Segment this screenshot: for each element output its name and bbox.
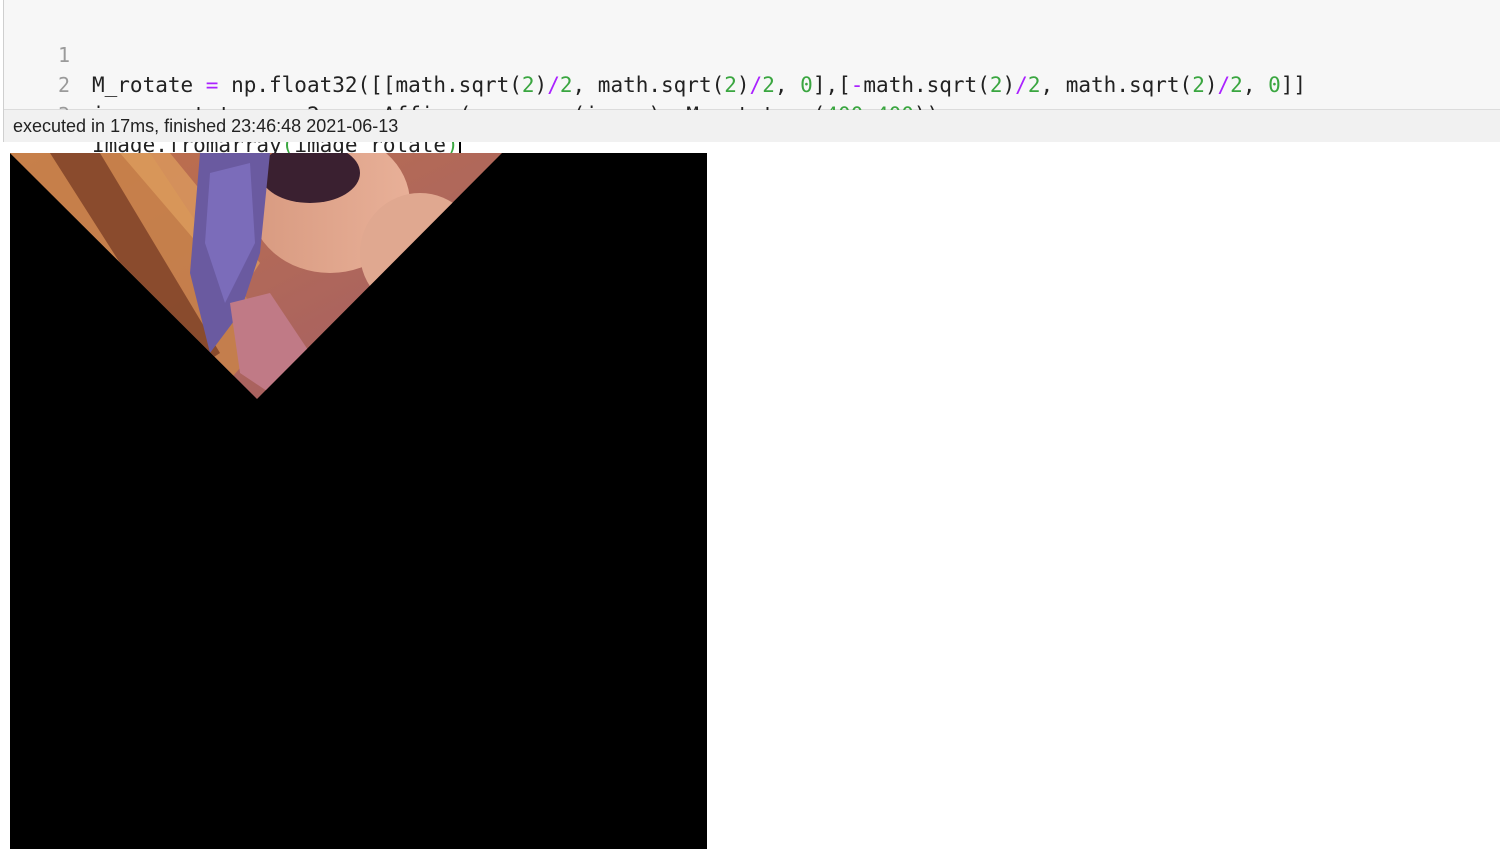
code-cell[interactable]: 1 M_rotate = np.float32([[math.sqrt(2)/2… — [3, 0, 1500, 157]
code-line-3: 3 Image.fromarray(image_rotate) — [4, 70, 1500, 157]
output-image — [10, 153, 707, 849]
code-line-2: 2 image_rotate = cv2.warpAffine(np.array… — [4, 40, 1500, 127]
rotated-image-render — [10, 153, 707, 849]
code-line-1: 1 M_rotate = np.float32([[math.sqrt(2)/2… — [4, 10, 1500, 97]
execution-status: executed in 17ms, finished 23:46:48 2021… — [4, 110, 1500, 142]
code-editor[interactable]: 1 M_rotate = np.float32([[math.sqrt(2)/2… — [4, 0, 1500, 157]
